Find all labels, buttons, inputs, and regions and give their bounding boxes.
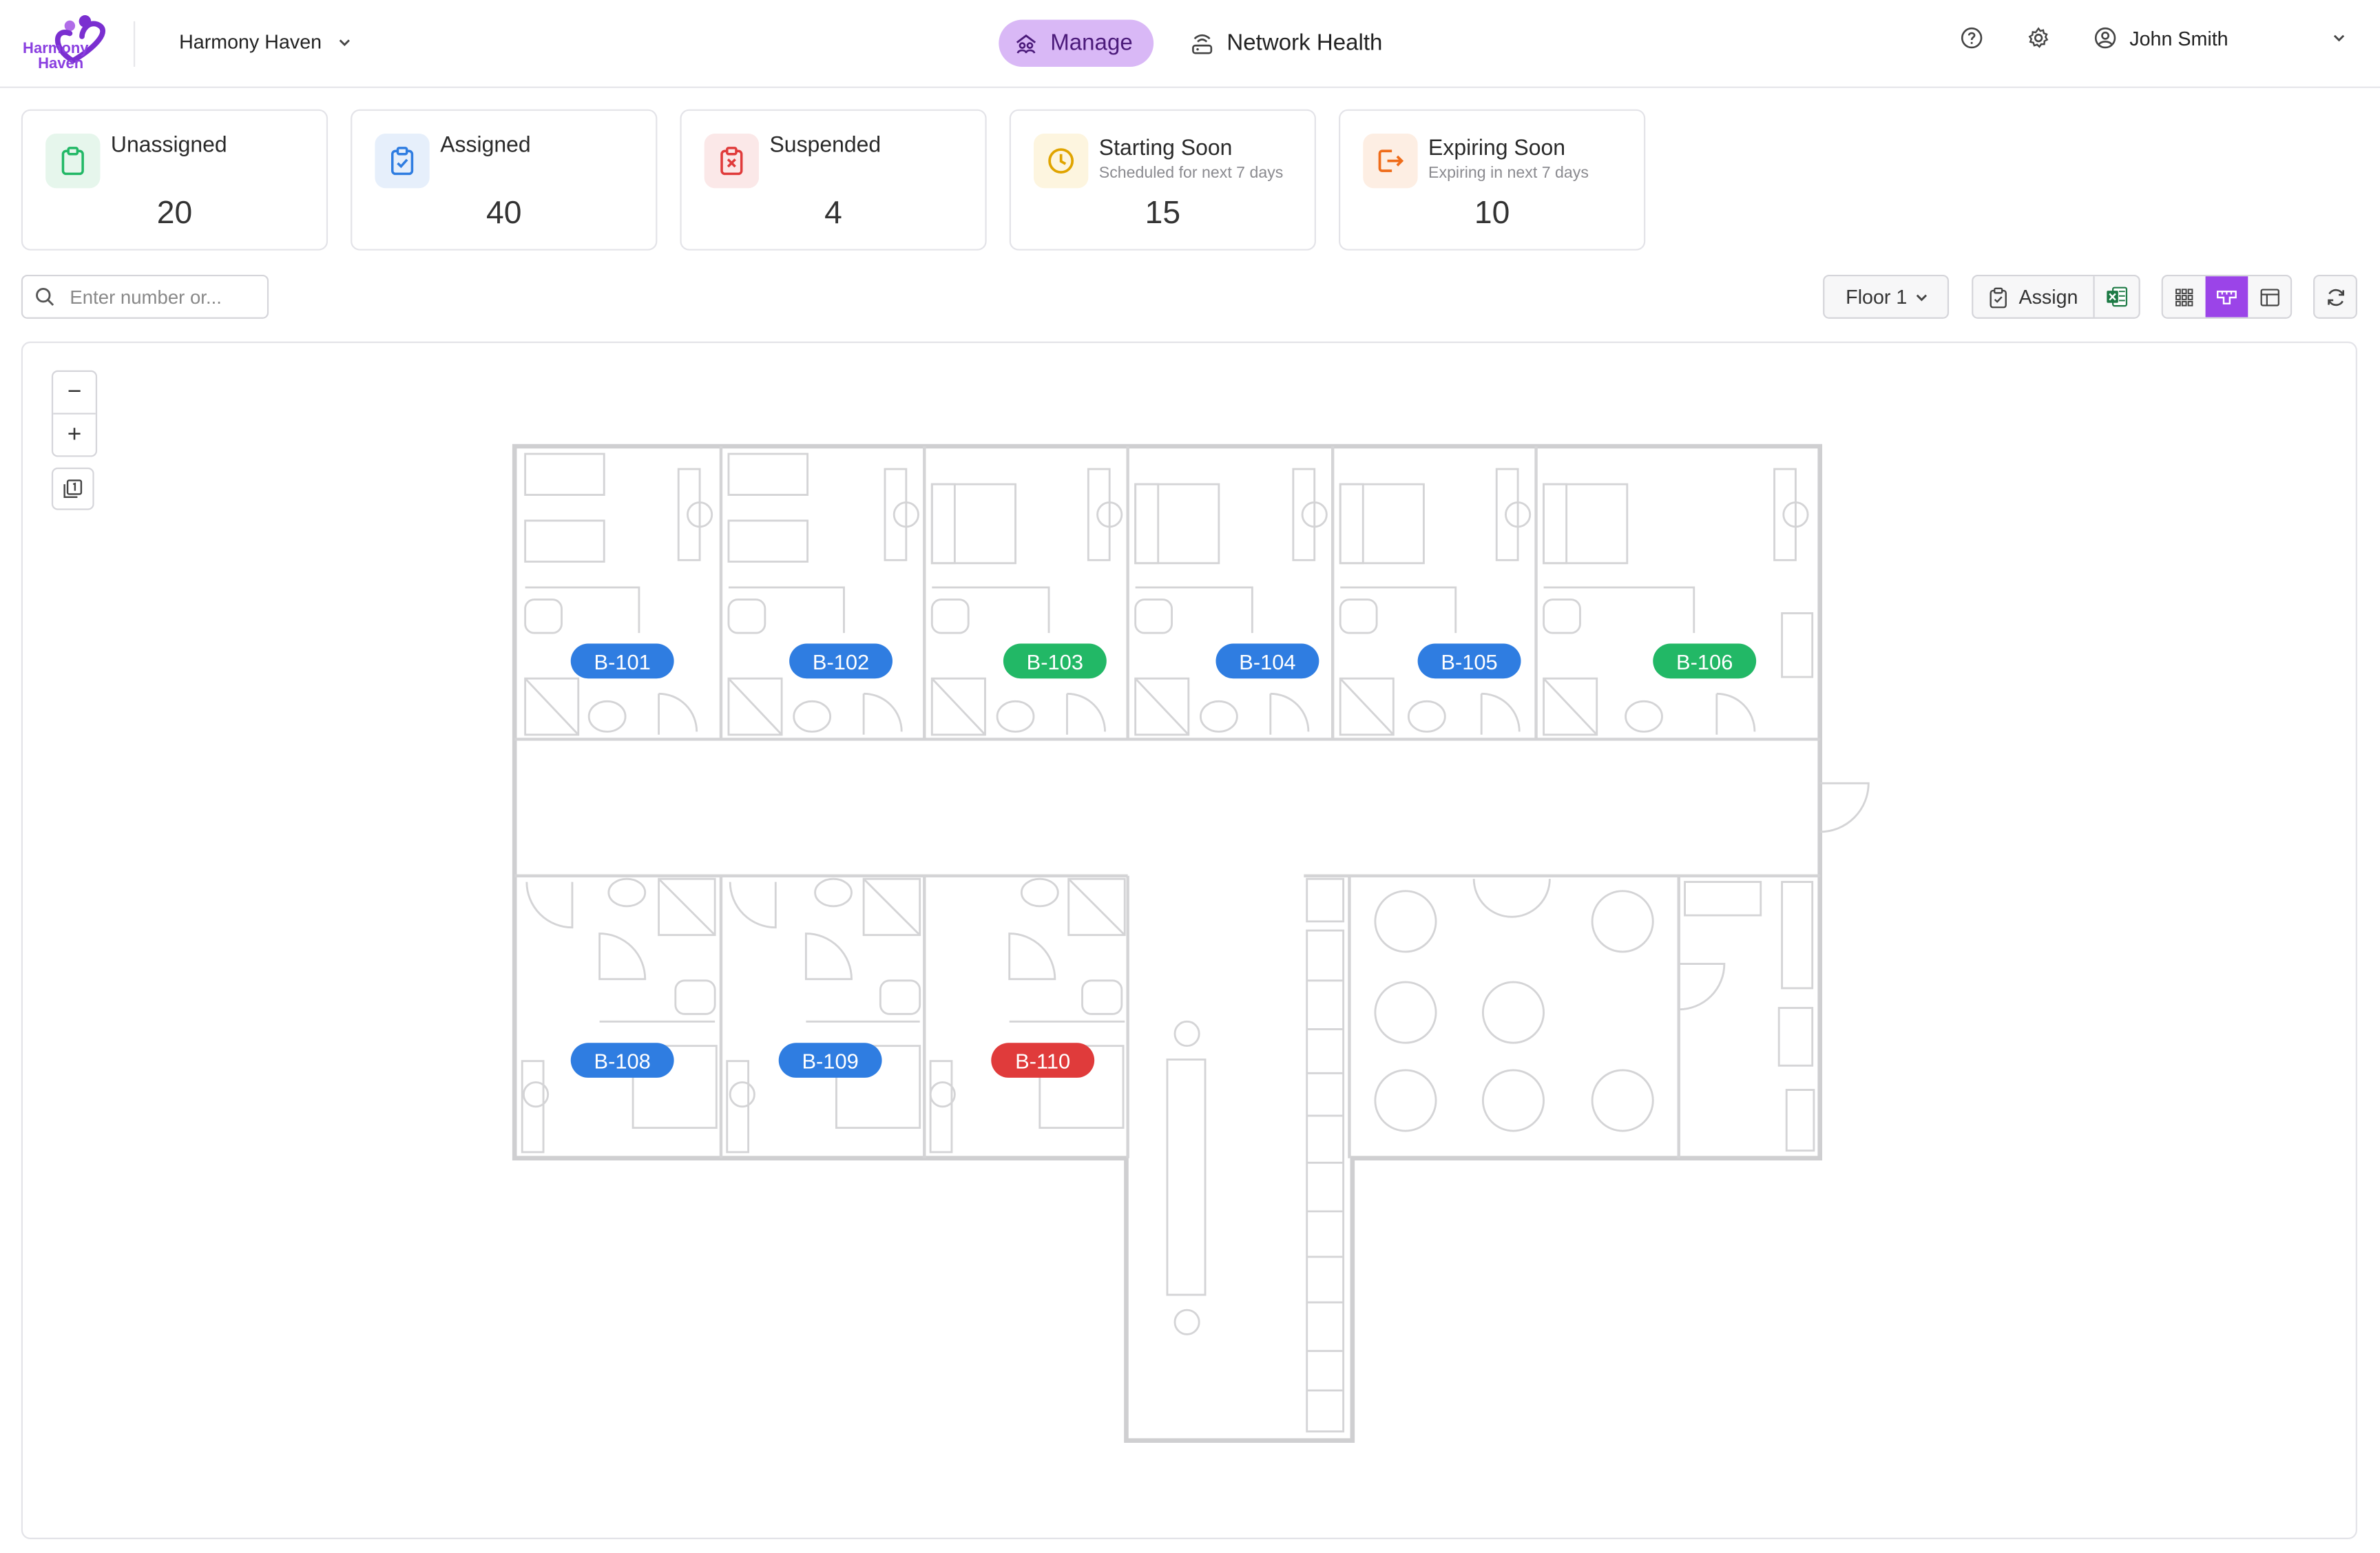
property-selector[interactable]: Harmony Haven (179, 30, 352, 53)
room-pill-b110[interactable]: B-110 (991, 1043, 1095, 1078)
room-b102-furniture (727, 452, 919, 736)
chevron-down-icon (1916, 293, 1928, 301)
export-excel-button[interactable] (2095, 276, 2139, 317)
view-mode-toggle (2161, 274, 2293, 319)
grid-view-icon (2175, 288, 2193, 306)
room-b103-furniture (930, 468, 1123, 736)
room-b101-furniture (524, 452, 713, 736)
room-pill-b101[interactable]: B-101 (570, 643, 674, 679)
exit-icon (1378, 149, 1404, 172)
main-nav: Manage Network Health (999, 19, 1403, 67)
clipboard-check-icon (390, 147, 414, 176)
user-circle-icon (2094, 27, 2116, 49)
card-title: Starting Soon (1098, 136, 1233, 161)
assign-button-group: Assign (1972, 274, 2140, 319)
floor-select-label: Floor 1 (1846, 285, 1908, 309)
room-search[interactable] (21, 274, 269, 319)
router-icon (1192, 33, 1213, 54)
card-icon-badge (1033, 133, 1089, 189)
room-pill-b106[interactable]: B-106 (1653, 643, 1757, 679)
search-input[interactable] (66, 284, 255, 309)
card-subtitle: Scheduled for next 7 days (1098, 164, 1284, 183)
chevron-down-icon (2333, 34, 2345, 42)
card-subtitle: Expiring in next 7 days (1428, 164, 1589, 183)
grid-view-button[interactable] (2163, 276, 2206, 317)
card-icon-badge (375, 133, 430, 189)
refresh-button[interactable] (2313, 274, 2357, 319)
card-icon-badge (1363, 133, 1418, 189)
tab-network-health-label: Network Health (1226, 30, 1383, 56)
floorplan-view-icon (2216, 289, 2237, 304)
tab-manage-label: Manage (1050, 30, 1133, 56)
floor-select[interactable]: Floor 1 (1823, 274, 1950, 319)
room-b105-furniture (1339, 468, 1532, 736)
gear-icon[interactable] (2026, 25, 2050, 50)
room-b106-furniture (1543, 468, 1814, 736)
assign-button[interactable]: Assign (1973, 276, 2093, 317)
clipboard-check-icon (1990, 286, 2007, 308)
card-title: Assigned (440, 133, 531, 158)
app-root: Harmony Haven Harmony Haven Manage Netwo… (0, 0, 2380, 1553)
table-view-button[interactable] (2248, 276, 2290, 317)
floor-layers-button[interactable] (51, 467, 94, 510)
refresh-icon (2327, 288, 2344, 306)
card-count: 15 (1145, 196, 1181, 231)
dining-area-furniture (1374, 879, 1815, 1152)
help-icon[interactable] (1959, 25, 1983, 50)
top-bar: Harmony Haven Harmony Haven Manage Netwo… (0, 0, 2380, 88)
zoom-controls: − + (51, 370, 98, 457)
property-name: Harmony Haven (179, 30, 322, 54)
logo-text-line2: Haven (38, 54, 83, 72)
harmony-haven-logo[interactable]: Harmony Haven (21, 12, 116, 76)
card-count: 20 (156, 196, 193, 231)
clipboard-x-icon (720, 147, 743, 176)
lobby-furniture (1166, 877, 1345, 1432)
card-title: Suspended (769, 133, 881, 158)
card-count: 40 (486, 196, 522, 231)
card-suspended[interactable]: Suspended 4 (680, 109, 987, 251)
header-actions: John Smith (1959, 25, 2346, 50)
clipboard-icon (61, 147, 84, 176)
floor-plan-drawing[interactable] (23, 343, 2357, 1539)
room-pill-b104[interactable]: B-104 (1215, 643, 1319, 679)
zoom-out-button[interactable]: − (53, 372, 96, 413)
room-b110-furniture (929, 877, 1126, 1154)
tab-network-health[interactable]: Network Health (1175, 20, 1403, 67)
header-divider (133, 21, 136, 67)
room-pill-b105[interactable]: B-105 (1417, 643, 1521, 679)
assign-button-label: Assign (2018, 285, 2078, 309)
room-pill-b102[interactable]: B-102 (789, 643, 893, 679)
card-starting-soon[interactable]: Starting Soon Scheduled for next 7 days … (1009, 109, 1316, 251)
room-pill-b109[interactable]: B-109 (778, 1043, 882, 1078)
card-icon-badge (45, 133, 101, 189)
manage-icon (1016, 33, 1036, 53)
zoom-in-button[interactable]: + (53, 415, 96, 456)
search-icon (36, 288, 54, 306)
card-unassigned[interactable]: Unassigned 20 (21, 109, 328, 251)
user-name: John Smith (2129, 26, 2228, 50)
room-pill-b103[interactable]: B-103 (1003, 643, 1107, 679)
room-pill-b108[interactable]: B-108 (570, 1043, 674, 1078)
clock-icon (1048, 148, 1074, 174)
card-assigned[interactable]: Assigned 40 (351, 109, 658, 251)
card-expiring-soon[interactable]: Expiring Soon Expiring in next 7 days 10 (1339, 109, 1646, 251)
room-b108-furniture (521, 877, 718, 1154)
card-icon-badge (704, 133, 760, 189)
table-view-icon (2259, 288, 2279, 306)
excel-icon (2107, 286, 2128, 307)
floor-plan-panel: − + B-101 B-102 B-103 B-104 B-105 B-106 … (21, 341, 2357, 1539)
card-title: Expiring Soon (1428, 136, 1566, 161)
card-title: Unassigned (110, 133, 227, 158)
floorplan-view-button[interactable] (2205, 276, 2248, 317)
room-b104-furniture (1134, 468, 1328, 736)
card-count: 4 (824, 196, 842, 231)
status-summary-cards: Unassigned 20 Assigned 40 Suspended 4 St… (21, 109, 1646, 251)
card-count: 10 (1474, 196, 1510, 231)
floor-layers-icon (63, 479, 83, 499)
user-menu[interactable]: John Smith (2093, 25, 2346, 50)
chevron-down-icon (339, 39, 350, 45)
tab-manage[interactable]: Manage (999, 19, 1154, 67)
room-b109-furniture (726, 877, 921, 1154)
